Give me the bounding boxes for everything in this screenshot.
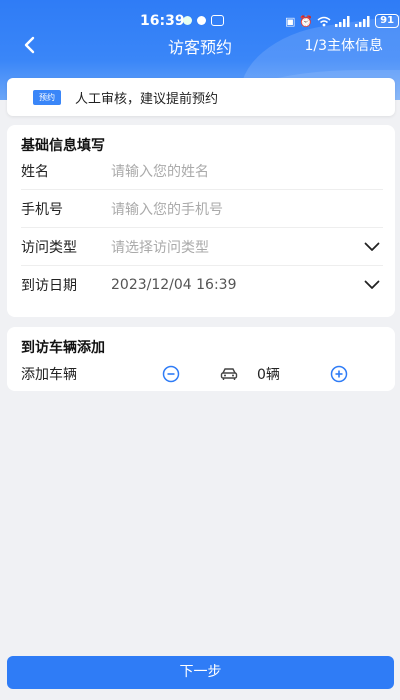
- chevron-down-icon: [364, 280, 380, 289]
- signal-icon: [335, 15, 350, 27]
- wechat-icon: [183, 16, 192, 25]
- phone-row[interactable]: 手机号 请输入您的手机号: [21, 190, 383, 228]
- nfc-icon: ▣: [285, 14, 296, 28]
- vehicle-count: 0辆: [257, 367, 280, 383]
- alarm-icon: ⏰: [299, 14, 314, 28]
- chevron-down-icon: [364, 242, 380, 251]
- nav-bar: 访客预约 1/3主体信息: [0, 30, 400, 60]
- decrease-vehicle-button[interactable]: [161, 364, 181, 384]
- vehicle-title: 到访车辆添加: [21, 340, 105, 356]
- battery-indicator: 91: [375, 14, 400, 28]
- visit-date-label: 到访日期: [21, 278, 77, 294]
- visit-type-label: 访问类型: [21, 240, 77, 256]
- vehicle-row: 添加车辆 0辆: [21, 363, 381, 385]
- increase-vehicle-button[interactable]: [329, 364, 349, 384]
- notice-text: 人工审核，建议提前预约: [75, 91, 219, 107]
- system-icons: ▣ ⏰ 91: [285, 14, 400, 28]
- visit-type-row[interactable]: 访问类型 请选择访问类型: [21, 228, 383, 266]
- visit-date-row[interactable]: 到访日期 2023/12/04 16:39: [21, 266, 383, 304]
- status-time: 16:39: [140, 13, 185, 29]
- wifi-icon: [317, 16, 331, 26]
- visit-date-value[interactable]: 2023/12/04 16:39: [111, 277, 361, 293]
- name-row[interactable]: 姓名 请输入您的姓名: [21, 152, 383, 190]
- notification-icons: [183, 15, 224, 26]
- notice-badge: 预约: [33, 89, 61, 105]
- step-indicator: 1/3主体信息: [304, 38, 383, 54]
- notice-banner: 预约 人工审核，建议提前预约: [7, 78, 395, 116]
- signal-icon: [355, 15, 370, 27]
- car-icon: [219, 364, 239, 384]
- vehicle-card: 到访车辆添加 添加车辆 0辆: [7, 327, 395, 391]
- name-label: 姓名: [21, 164, 49, 180]
- minus-circle-icon: [162, 365, 180, 383]
- phone-label: 手机号: [21, 202, 63, 218]
- app-notification-icon: [197, 16, 206, 25]
- visit-type-select[interactable]: 请选择访问类型: [111, 237, 361, 257]
- message-icon: [211, 15, 224, 26]
- status-bar: 16:39 ▣ ⏰ 91: [0, 10, 400, 32]
- visit-type-dropdown[interactable]: [361, 236, 383, 258]
- phone-input[interactable]: 请输入您的手机号: [111, 199, 383, 219]
- add-vehicle-label: 添加车辆: [21, 367, 77, 383]
- next-step-button[interactable]: 下一步: [7, 656, 394, 689]
- visit-date-dropdown[interactable]: [361, 274, 383, 296]
- name-input[interactable]: 请输入您的姓名: [111, 161, 383, 181]
- plus-circle-icon: [330, 365, 348, 383]
- basic-info-card: 基础信息填写 姓名 请输入您的姓名 手机号 请输入您的手机号 访问类型 请选择访…: [7, 125, 395, 317]
